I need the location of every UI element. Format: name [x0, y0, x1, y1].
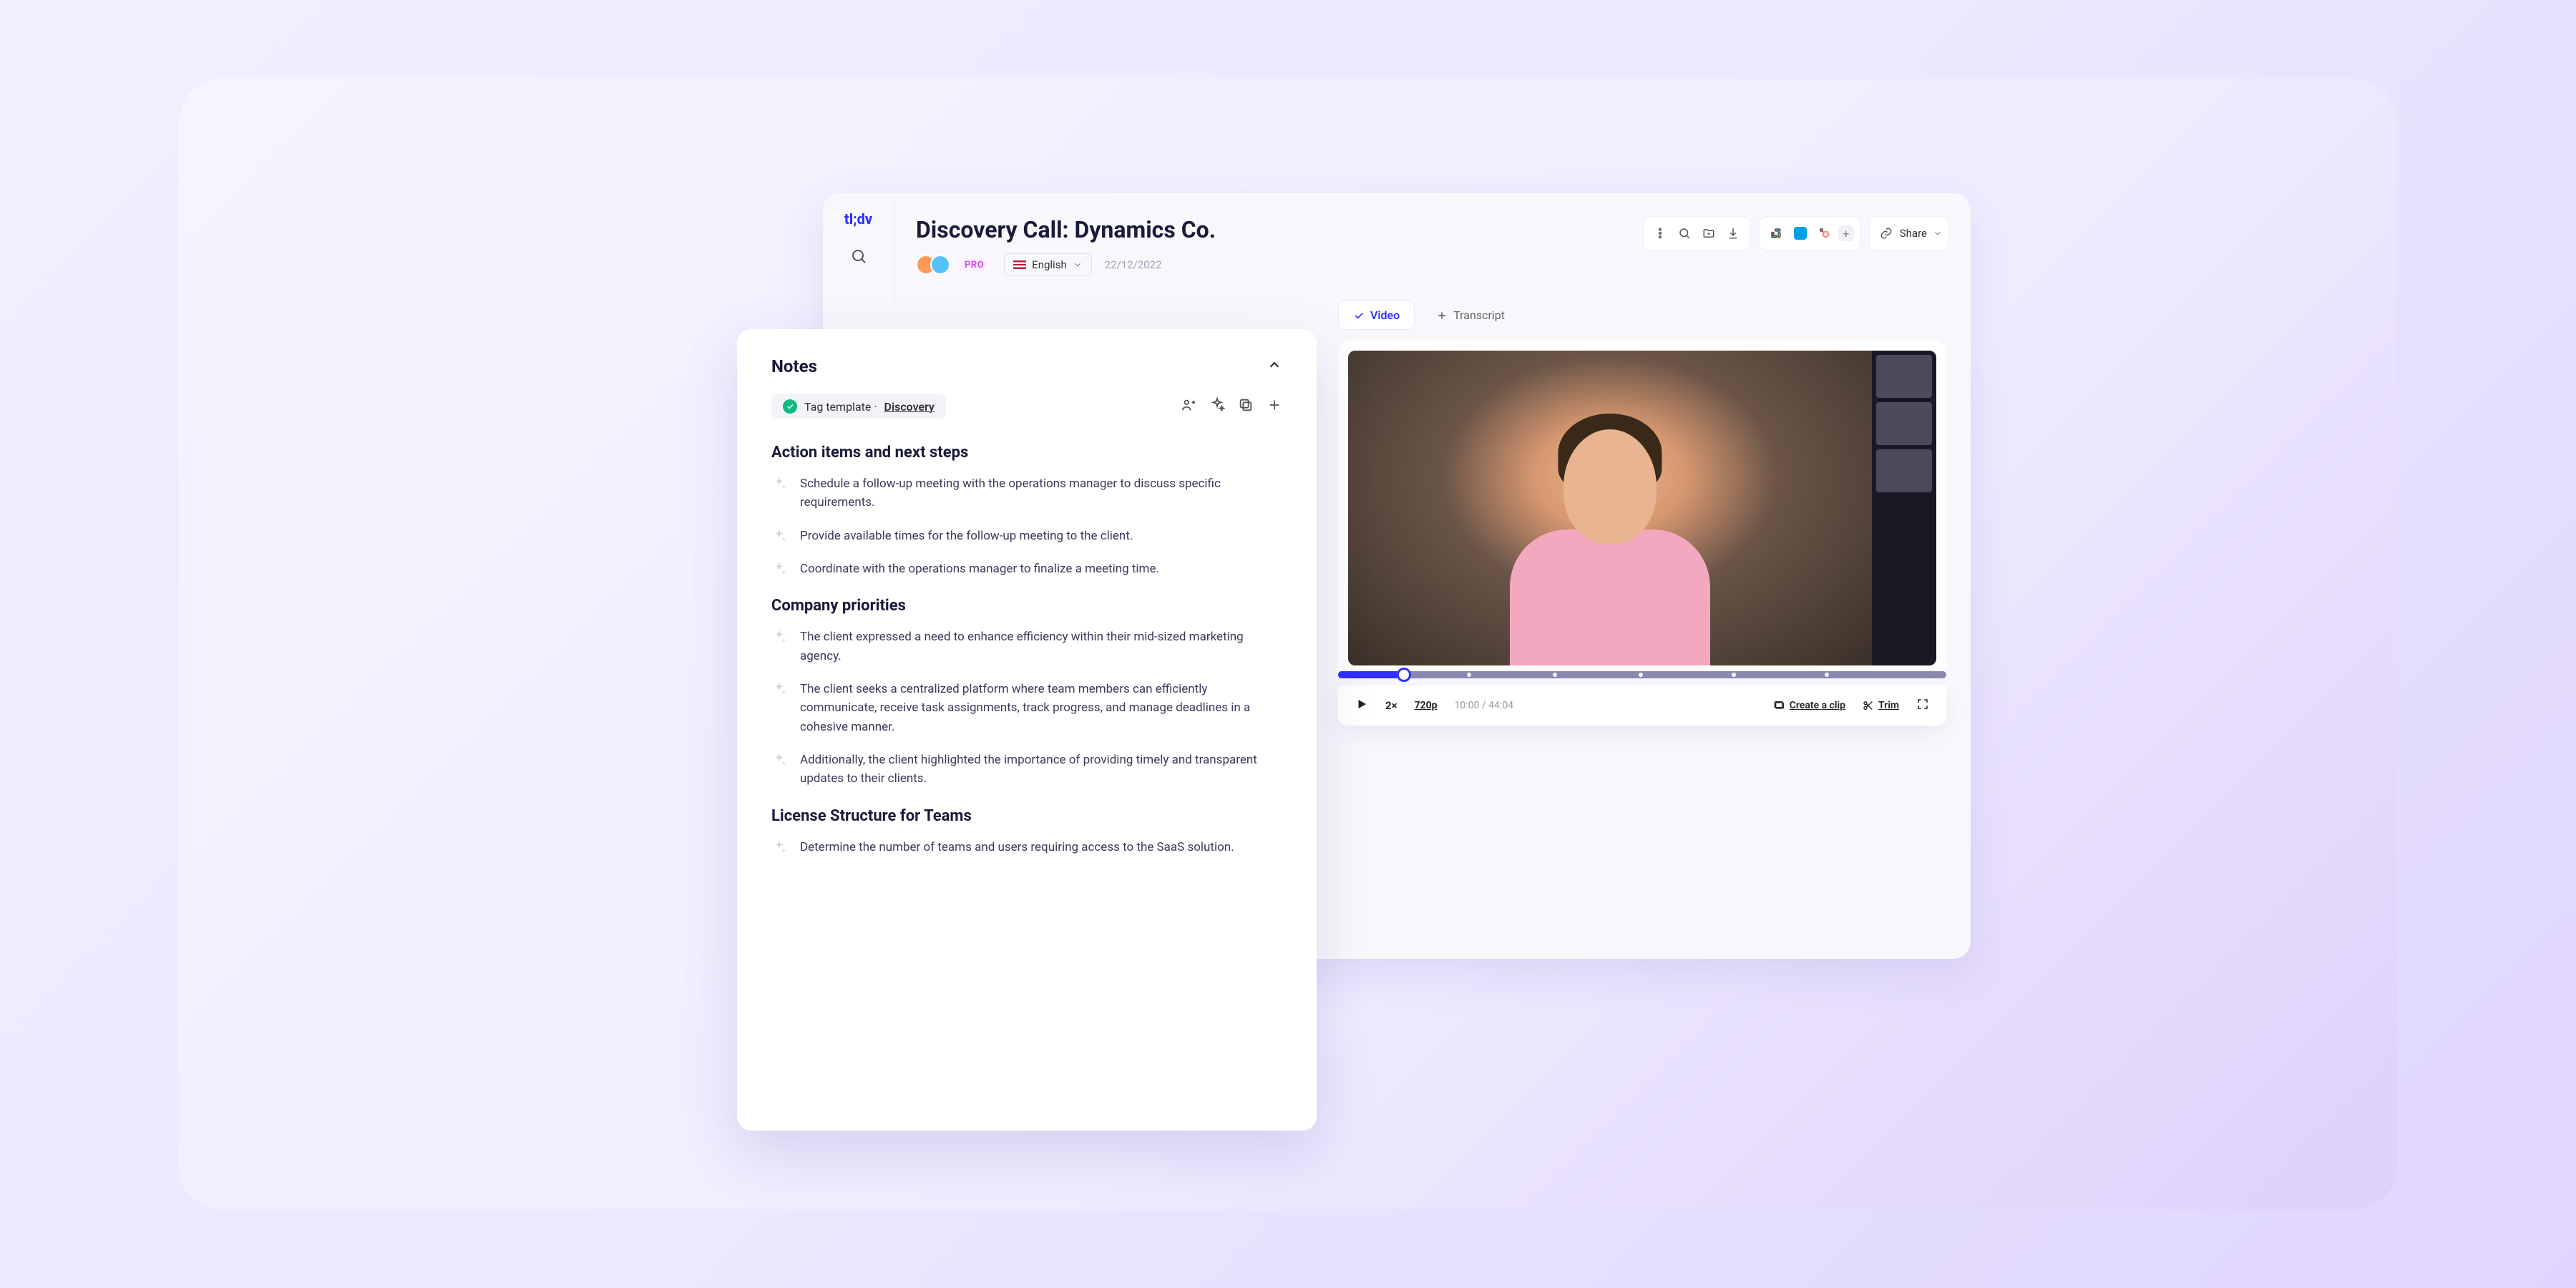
copy-icon[interactable]: [1238, 397, 1254, 416]
tag-template-label: Tag template ·: [804, 400, 877, 414]
language-label: English: [1032, 258, 1067, 271]
note-item[interactable]: The client seeks a centralized platform …: [771, 680, 1282, 736]
note-text: The client expressed a need to enhance e…: [800, 628, 1282, 665]
note-text: The client seeks a centralized platform …: [800, 680, 1282, 736]
participant-thumb[interactable]: [1876, 449, 1932, 492]
brand-logo[interactable]: tl;dv: [844, 210, 872, 228]
trim-button[interactable]: Trim: [1863, 700, 1899, 711]
content-tabs: Video Transcript: [1338, 301, 1519, 330]
ai-sparkle-icon: [771, 752, 787, 768]
hubspot-icon[interactable]: [1814, 223, 1835, 244]
note-item[interactable]: Provide available times for the follow-u…: [771, 527, 1282, 545]
folder-add-button[interactable]: [1698, 223, 1719, 244]
sidebar: tl;dv: [823, 193, 894, 308]
share-people-icon[interactable]: [1181, 397, 1196, 416]
participant-thumb[interactable]: [1876, 355, 1932, 398]
note-text: Coordinate with the operations manager t…: [800, 560, 1159, 578]
search-icon[interactable]: [850, 248, 867, 268]
search-button[interactable]: [1674, 223, 1695, 244]
progress-fill: [1338, 671, 1402, 678]
note-item[interactable]: Coordinate with the operations manager t…: [771, 560, 1282, 578]
plus-icon: [1436, 310, 1448, 321]
video-participant-strip: [1872, 351, 1936, 665]
notes-section-heading: Company priorities: [771, 597, 1282, 615]
create-clip-button[interactable]: Create a clip: [1774, 700, 1845, 711]
note-item[interactable]: Schedule a follow-up meeting with the op…: [771, 474, 1282, 512]
salesforce-icon[interactable]: [1790, 223, 1811, 244]
page-header: Discovery Call: Dynamics Co. PRO English…: [916, 216, 1949, 276]
progress-marker[interactable]: [1639, 673, 1643, 677]
add-note-button[interactable]: [1267, 397, 1282, 416]
background-card: tl;dv Discovery Call: Dynamics Co. PRO E…: [179, 79, 2397, 1209]
tag-template-name: Discovery: [884, 400, 935, 414]
header-toolbar: + Share: [1643, 216, 1949, 250]
notes-title: Notes: [771, 356, 817, 376]
download-button[interactable]: [1722, 223, 1744, 244]
ai-sparkle-icon: [771, 528, 787, 544]
link-icon[interactable]: [1875, 223, 1897, 244]
check-icon: [1353, 310, 1365, 321]
ai-sparkle-icon: [771, 681, 787, 697]
tab-video[interactable]: Video: [1338, 301, 1415, 330]
date-label: 22/12/2022: [1105, 258, 1162, 271]
tag-template-chip[interactable]: Tag template · Discovery: [771, 394, 946, 419]
ai-sparkle-icon: [771, 476, 787, 492]
notes-body: Action items and next steps Schedule a fo…: [771, 444, 1282, 857]
ai-sparkle-icon: [771, 839, 787, 855]
video-player-card: [1338, 341, 1946, 675]
note-text: Determine the number of teams and users …: [800, 838, 1234, 857]
note-item[interactable]: The client expressed a need to enhance e…: [771, 628, 1282, 665]
collapse-notes-button[interactable]: [1267, 357, 1282, 376]
language-select[interactable]: English: [1004, 253, 1092, 276]
note-text: Schedule a follow-up meeting with the op…: [800, 474, 1282, 512]
ai-sparkle-icon[interactable]: [1209, 397, 1225, 416]
share-button[interactable]: Share: [1900, 227, 1943, 240]
play-button[interactable]: [1355, 698, 1368, 713]
fullscreen-button[interactable]: [1916, 698, 1929, 713]
scissors-icon: [1863, 700, 1874, 711]
page-title: Discovery Call: Dynamics Co.: [916, 216, 1216, 243]
progress-marker[interactable]: [1553, 673, 1557, 677]
notes-section-heading: License Structure for Teams: [771, 807, 1282, 825]
participant-thumb[interactable]: [1876, 402, 1932, 445]
note-item[interactable]: Determine the number of teams and users …: [771, 838, 1282, 857]
video-main-feed: [1348, 351, 1872, 665]
ai-sparkle-icon: [771, 561, 787, 577]
slack-icon[interactable]: [1765, 223, 1787, 244]
flag-icon: [1013, 260, 1026, 269]
clip-icon: [1774, 700, 1785, 711]
video-controls: 2× 720p 10:00 / 44:04 Create a clip Trim: [1338, 686, 1946, 726]
chevron-down-icon: [1933, 228, 1943, 238]
meta-row: PRO English 22/12/2022: [916, 253, 1216, 276]
notes-section-heading: Action items and next steps: [771, 444, 1282, 462]
note-text: Additionally, the client highlighted the…: [800, 751, 1282, 789]
playback-speed[interactable]: 2×: [1385, 699, 1397, 712]
note-item[interactable]: Additionally, the client highlighted the…: [771, 751, 1282, 789]
check-circle-icon: [783, 399, 797, 414]
video-quality[interactable]: 720p: [1415, 700, 1438, 711]
progress-marker[interactable]: [1732, 673, 1736, 677]
more-menu-button[interactable]: [1649, 223, 1671, 244]
ai-sparkle-icon: [771, 629, 787, 645]
participant-avatars[interactable]: [916, 255, 945, 275]
progress-handle[interactable]: [1397, 668, 1411, 682]
add-integration-button[interactable]: +: [1838, 225, 1854, 241]
chevron-down-icon: [1073, 260, 1083, 270]
progress-marker[interactable]: [1467, 673, 1471, 677]
pro-badge: PRO: [957, 257, 991, 273]
avatar: [930, 255, 950, 275]
notes-panel: Notes Tag template · Discovery Action it…: [737, 329, 1317, 1131]
tab-transcript[interactable]: Transcript: [1422, 301, 1519, 330]
video-frame[interactable]: [1348, 351, 1936, 665]
video-progress-bar[interactable]: [1338, 671, 1946, 678]
timecode: 10:00 / 44:04: [1455, 700, 1513, 711]
progress-marker[interactable]: [1825, 673, 1829, 677]
note-text: Provide available times for the follow-u…: [800, 527, 1133, 545]
